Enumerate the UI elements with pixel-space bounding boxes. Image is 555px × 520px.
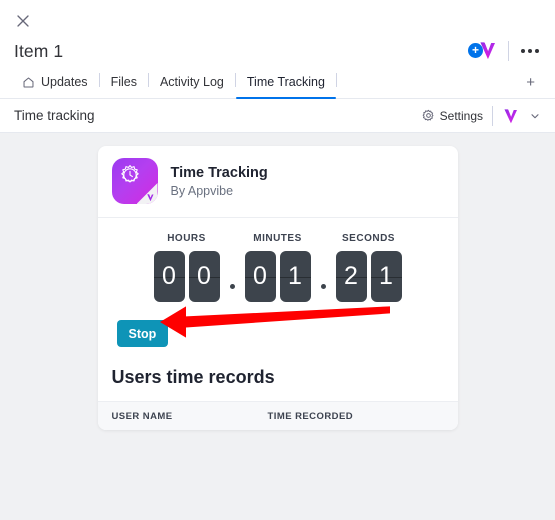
tabs: Updates Files Activity Log Time Tracking — [14, 66, 337, 99]
unit-label: MINUTES — [253, 233, 302, 244]
divider — [492, 105, 493, 126]
title-actions: + — [468, 38, 541, 64]
timer-unit-hours: HOURS 0 0 — [153, 233, 220, 302]
digit-value: 0 — [197, 262, 211, 290]
chevron-down-icon[interactable] — [529, 110, 541, 122]
divider — [508, 41, 509, 61]
digit-card: 2 — [335, 251, 367, 302]
stop-button[interactable]: Stop — [116, 320, 169, 347]
appvibe-heart-icon — [146, 193, 155, 202]
card-app-author: By Appvibe — [170, 183, 234, 198]
time-tracking-app-icon — [111, 158, 158, 204]
digit-value: 1 — [379, 262, 393, 290]
unit-label: HOURS — [167, 233, 206, 244]
item-panel: Item 1 + Updates Files Activity Log Time… — [0, 0, 555, 520]
tab-files[interactable]: Files — [100, 66, 148, 98]
card-header: Time Tracking By Appvibe — [97, 146, 458, 218]
tab-label: Time Tracking — [246, 75, 325, 89]
tab-activity-log[interactable]: Activity Log — [149, 66, 235, 98]
digit-value: 0 — [253, 262, 267, 290]
page-title: Item 1 — [14, 40, 64, 61]
plus-icon: + — [468, 43, 483, 58]
gear-icon — [422, 109, 435, 122]
unit-label: SECONDS — [342, 233, 395, 244]
records-title: Users time records — [111, 367, 275, 387]
digit-card: 1 — [370, 251, 402, 302]
stop-row: Stop — [98, 308, 458, 367]
settings-button[interactable]: Settings — [422, 109, 483, 123]
add-tab-button[interactable]: + — [520, 73, 541, 92]
digit-card: 1 — [279, 251, 311, 302]
timer-unit-minutes: MINUTES 0 1 — [244, 233, 311, 302]
tab-updates[interactable]: Updates — [14, 66, 99, 98]
digit-card: 0 — [244, 251, 276, 302]
tab-label: Updates — [41, 75, 88, 89]
tab-label: Activity Log — [159, 75, 224, 89]
title-row: Item 1 + — [14, 36, 541, 66]
separator-dot — [320, 284, 326, 289]
digit-card: 0 — [188, 251, 220, 302]
digit-value: 2 — [344, 262, 358, 290]
timer-unit-seconds: SECONDS 2 1 — [335, 233, 402, 302]
digit-group: 0 0 — [153, 251, 220, 302]
panel-topbar: Item 1 + — [0, 0, 555, 66]
table-header-row: USER NAME TIME RECORDED — [97, 401, 458, 430]
digit-group: 0 1 — [244, 251, 311, 302]
digit-value: 0 — [162, 262, 176, 290]
tab-divider — [335, 72, 337, 87]
timer-area: HOURS 0 0 MINUTES 0 1 SECONDS 2 1 — [98, 218, 458, 308]
settings-label: Settings — [439, 108, 483, 123]
timer-separator — [220, 250, 245, 301]
column-header-user-name: USER NAME — [111, 410, 173, 422]
add-app-button[interactable]: + — [468, 38, 498, 64]
close-icon[interactable] — [14, 12, 32, 30]
tab-label: Files — [110, 75, 137, 89]
digit-group: 2 1 — [335, 251, 402, 302]
home-icon — [22, 76, 35, 89]
subheader-title: Time tracking — [14, 108, 95, 123]
board-subheader: Time tracking Settings — [0, 99, 555, 133]
dot — [528, 49, 532, 53]
gear-clock-icon — [118, 163, 142, 187]
flip-timer: HOURS 0 0 MINUTES 0 1 SECONDS 2 1 — [98, 233, 458, 302]
digit-value: 1 — [288, 262, 302, 290]
dot — [535, 49, 539, 53]
card-app-name: Time Tracking — [170, 164, 268, 181]
column-header-time-recorded: TIME RECORDED — [267, 410, 354, 422]
time-tracking-card: Time Tracking By Appvibe HOURS 0 0 MINUT… — [97, 146, 458, 430]
card-header-text: Time Tracking By Appvibe — [171, 165, 268, 198]
separator-dot — [229, 284, 235, 289]
timer-separator — [311, 250, 336, 301]
more-options-button[interactable] — [519, 45, 541, 57]
tab-time-tracking[interactable]: Time Tracking — [235, 66, 336, 99]
content-area: Time Tracking By Appvibe HOURS 0 0 MINUT… — [0, 133, 555, 520]
dot — [521, 49, 525, 53]
appvibe-heart-icon[interactable] — [502, 107, 520, 125]
tab-bar: Updates Files Activity Log Time Tracking… — [0, 66, 555, 99]
subheader-actions: Settings — [422, 105, 541, 126]
digit-card: 0 — [153, 251, 185, 302]
records-table: USER NAME TIME RECORDED — [97, 401, 458, 430]
